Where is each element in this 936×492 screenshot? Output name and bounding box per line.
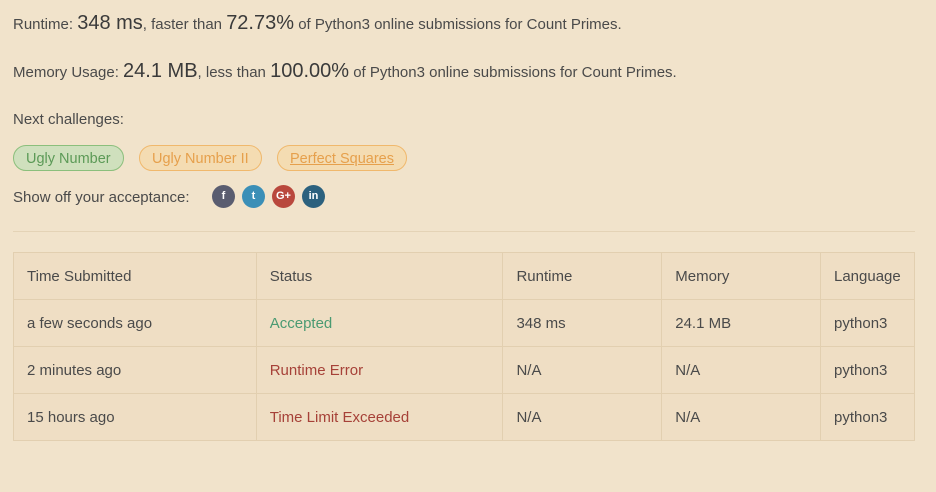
- header-runtime: Runtime: [502, 252, 663, 300]
- memory-percentile: 100.00%: [270, 60, 350, 82]
- table-row[interactable]: 2 minutes ago Runtime Error N/A N/A pyth…: [13, 346, 915, 394]
- challenge-ugly-number-ii[interactable]: Ugly Number II: [139, 145, 262, 171]
- status-link[interactable]: Time Limit Exceeded: [255, 393, 504, 441]
- next-challenges-label: Next challenges:: [13, 111, 124, 128]
- cell-time-submitted: 15 hours ago: [13, 393, 257, 441]
- runtime-tail: of Python3 online submissions for Count …: [294, 16, 622, 33]
- memory-label: Memory Usage:: [13, 64, 124, 81]
- cell-runtime: N/A: [502, 393, 663, 441]
- runtime-percentile: 72.73%: [226, 12, 295, 34]
- cell-language: python3: [820, 393, 915, 441]
- memory-tail: of Python3 online submissions for Count …: [349, 64, 677, 81]
- status-link[interactable]: Runtime Error: [255, 346, 504, 394]
- google-plus-icon[interactable]: G+: [272, 185, 295, 208]
- facebook-icon[interactable]: f: [212, 185, 235, 208]
- cell-time-submitted: 2 minutes ago: [13, 346, 257, 394]
- memory-mid: , less than: [197, 64, 271, 81]
- cell-language: python3: [820, 299, 915, 347]
- submission-result-page: Runtime: 348 ms, faster than 72.73% of P…: [0, 0, 936, 492]
- cell-language: python3: [820, 346, 915, 394]
- twitter-icon[interactable]: t: [242, 185, 265, 208]
- memory-value: 24.1 MB: [123, 60, 198, 82]
- cell-runtime: 348 ms: [502, 299, 663, 347]
- header-time-submitted: Time Submitted: [13, 252, 257, 300]
- cell-memory: 24.1 MB: [661, 299, 821, 347]
- share-label: Show off your acceptance:: [13, 189, 190, 206]
- table-row[interactable]: 15 hours ago Time Limit Exceeded N/A N/A…: [13, 393, 915, 441]
- cell-runtime: N/A: [502, 346, 663, 394]
- challenge-perfect-squares[interactable]: Perfect Squares: [277, 145, 407, 171]
- linkedin-icon[interactable]: in: [302, 185, 325, 208]
- status-link[interactable]: Accepted: [255, 299, 504, 347]
- divider: [13, 231, 915, 232]
- runtime-label: Runtime:: [13, 16, 78, 33]
- cell-memory: N/A: [661, 346, 821, 394]
- cell-time-submitted: a few seconds ago: [13, 299, 257, 347]
- runtime-value: 348 ms: [77, 12, 143, 34]
- header-status: Status: [255, 252, 504, 300]
- table-row[interactable]: a few seconds ago Accepted 348 ms 24.1 M…: [13, 299, 915, 347]
- memory-stat: Memory Usage: 24.1 MB, less than 100.00%…: [13, 60, 677, 83]
- runtime-stat: Runtime: 348 ms, faster than 72.73% of P…: [13, 12, 622, 35]
- runtime-mid: , faster than: [142, 16, 227, 33]
- header-memory: Memory: [661, 252, 821, 300]
- header-language: Language: [820, 252, 915, 300]
- challenge-ugly-number[interactable]: Ugly Number: [13, 145, 124, 171]
- table-header-row: Time Submitted Status Runtime Memory Lan…: [13, 252, 915, 300]
- cell-memory: N/A: [661, 393, 821, 441]
- submissions-table: Time Submitted Status Runtime Memory Lan…: [13, 252, 915, 441]
